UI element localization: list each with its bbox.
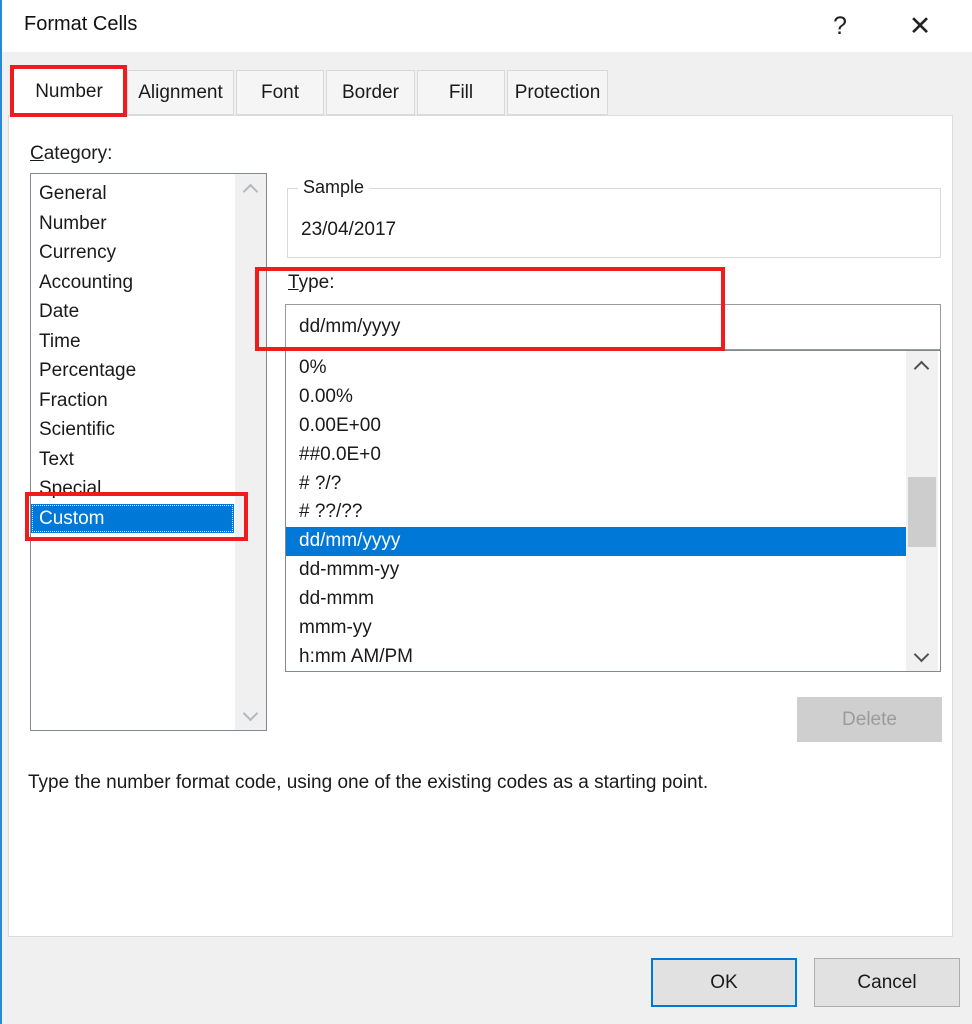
description-text: Type the number format code, using one o… <box>28 772 948 794</box>
format-code-item[interactable]: # ?/? <box>286 470 906 499</box>
help-icon: ? <box>833 12 847 41</box>
close-button[interactable]: ✕ <box>900 6 940 46</box>
type-label: Type: <box>288 272 334 294</box>
category-scroll-up-button[interactable] <box>235 178 266 204</box>
dialog-title: Format Cells <box>24 13 137 36</box>
format-code-item[interactable]: mmm-yy <box>286 614 906 643</box>
category-label-accel: C <box>30 143 44 164</box>
type-label-rest: ype: <box>299 272 335 293</box>
scrollbar-thumb[interactable] <box>908 477 936 547</box>
category-listbox: General Number Currency Accounting Date … <box>30 173 267 731</box>
category-scrollbar[interactable] <box>235 174 266 730</box>
category-scroll-down-button[interactable] <box>235 700 266 726</box>
category-item-time[interactable]: Time <box>31 327 234 357</box>
category-items: General Number Currency Accounting Date … <box>31 174 234 533</box>
category-item-number[interactable]: Number <box>31 209 234 239</box>
format-code-item[interactable]: 0.00E+00 <box>286 412 906 441</box>
category-item-accounting[interactable]: Accounting <box>31 268 234 298</box>
chevron-up-icon <box>914 360 930 376</box>
category-item-fraction[interactable]: Fraction <box>31 386 234 416</box>
tab-alignment[interactable]: Alignment <box>127 70 234 115</box>
category-item-scientific[interactable]: Scientific <box>31 415 234 445</box>
format-code-item[interactable]: dd-mmm <box>286 585 906 614</box>
close-icon: ✕ <box>909 11 932 42</box>
tab-protection[interactable]: Protection <box>507 70 608 115</box>
format-code-items: 0% 0.00% 0.00E+00 ##0.0E+0 # ?/? # ??/??… <box>286 351 906 672</box>
tab-border[interactable]: Border <box>326 70 415 115</box>
chevron-up-icon <box>243 183 259 199</box>
cancel-button[interactable]: Cancel <box>814 958 960 1007</box>
category-item-custom[interactable]: Custom <box>31 504 234 534</box>
format-scroll-up-button[interactable] <box>906 355 937 381</box>
tab-fill[interactable]: Fill <box>417 70 505 115</box>
help-button[interactable]: ? <box>820 6 860 46</box>
tab-number[interactable]: Number <box>13 66 125 116</box>
type-label-accel: T <box>288 272 299 293</box>
type-input[interactable]: dd/mm/yyyy <box>285 304 941 350</box>
format-cells-dialog: Format Cells ? ✕ Number Alignment Font B… <box>0 0 972 1024</box>
category-item-text[interactable]: Text <box>31 445 234 475</box>
category-item-special[interactable]: Special <box>31 474 234 504</box>
format-code-item[interactable]: h:mm AM/PM <box>286 643 906 672</box>
sample-groupbox: Sample 23/04/2017 <box>287 188 941 258</box>
category-label-rest: ategory: <box>44 143 113 164</box>
format-code-item[interactable]: ##0.0E+0 <box>286 441 906 470</box>
format-code-item[interactable]: 0% <box>286 354 906 383</box>
ok-button[interactable]: OK <box>651 958 797 1007</box>
format-codes-scrollbar[interactable] <box>906 351 938 671</box>
titlebar: Format Cells ? ✕ <box>2 0 972 52</box>
format-code-item-selected[interactable]: dd/mm/yyyy <box>286 527 906 556</box>
format-code-item[interactable]: 0.00% <box>286 383 906 412</box>
chevron-down-icon <box>243 705 259 721</box>
format-code-item[interactable]: dd-mmm-yy <box>286 556 906 585</box>
chevron-down-icon <box>914 646 930 662</box>
window-accent-border <box>0 0 2 1024</box>
format-scroll-down-button[interactable] <box>906 641 937 667</box>
sample-legend: Sample <box>298 177 369 198</box>
format-code-item[interactable]: # ??/?? <box>286 498 906 527</box>
category-label: Category: <box>30 143 112 165</box>
sample-value: 23/04/2017 <box>301 219 396 241</box>
category-item-general[interactable]: General <box>31 179 234 209</box>
category-item-date[interactable]: Date <box>31 297 234 327</box>
tab-font[interactable]: Font <box>236 70 324 115</box>
delete-button[interactable]: Delete <box>797 697 942 742</box>
format-codes-listbox: 0% 0.00% 0.00E+00 ##0.0E+0 # ?/? # ??/??… <box>285 350 941 672</box>
category-item-currency[interactable]: Currency <box>31 238 234 268</box>
category-item-percentage[interactable]: Percentage <box>31 356 234 386</box>
